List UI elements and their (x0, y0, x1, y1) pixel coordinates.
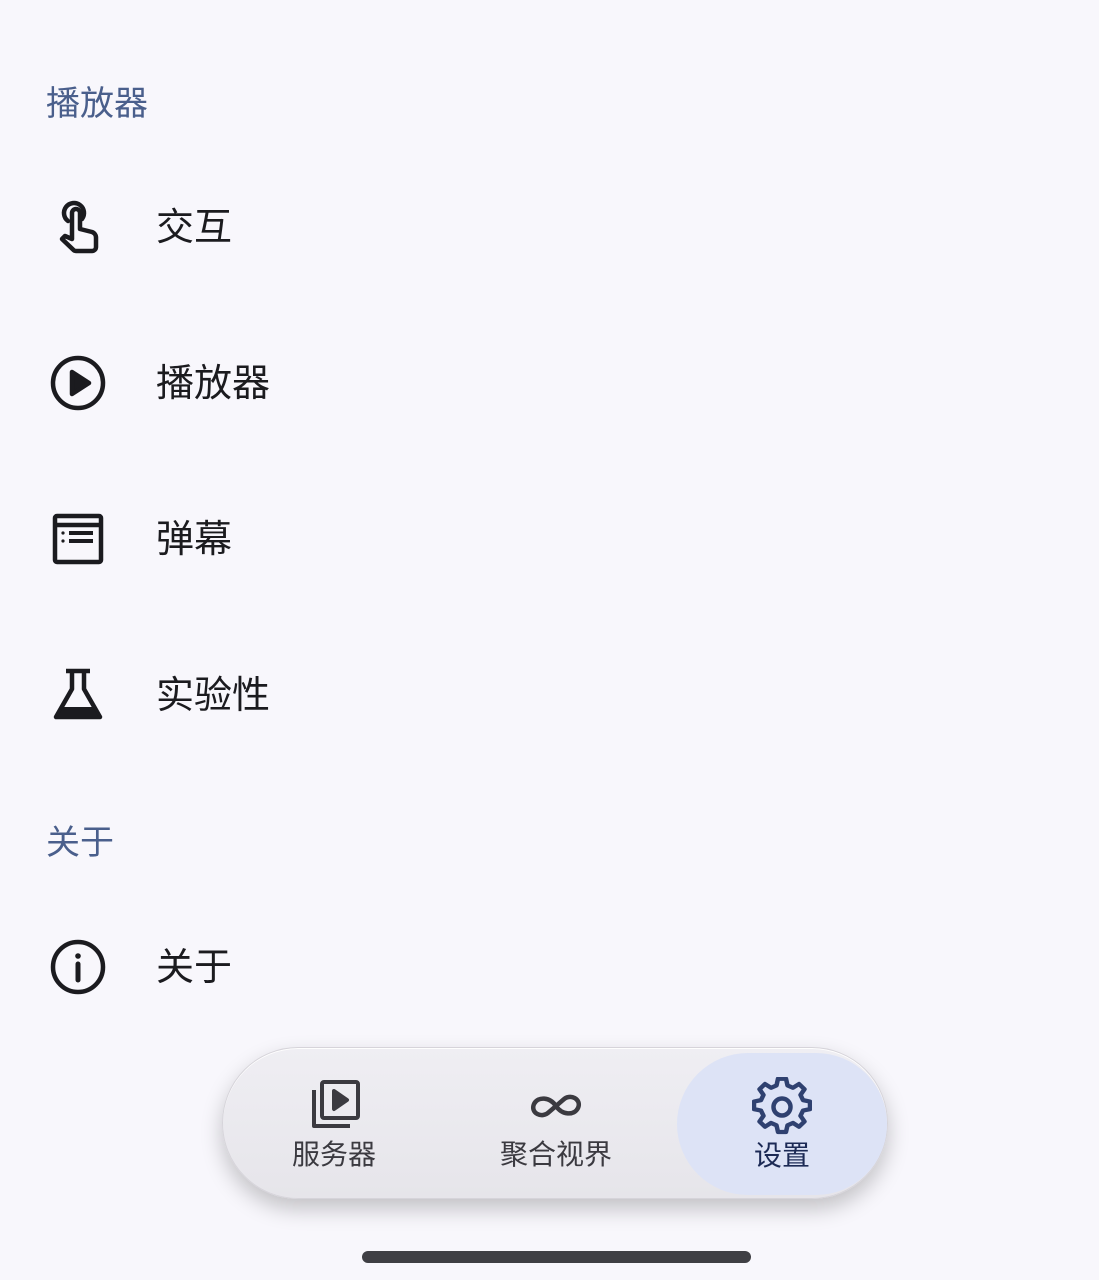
nav-tab-servers[interactable]: 服务器 (223, 1048, 445, 1198)
settings-item-experimental[interactable]: 实验性 (0, 620, 1099, 770)
touch-gesture-icon (46, 195, 110, 259)
bottom-navigation-bar: 服务器 聚合视界 设置 (222, 1047, 888, 1199)
nav-label-aggregate: 聚合视界 (499, 1137, 612, 1171)
settings-item-label: 播放器 (156, 361, 271, 405)
nav-tab-aggregate[interactable]: 聚合视界 (445, 1048, 667, 1198)
video-library-icon (304, 1076, 364, 1136)
danmaku-list-icon (46, 507, 110, 571)
nav-tab-settings[interactable]: 设置 (677, 1053, 887, 1195)
infinity-icon (526, 1076, 586, 1136)
section-header-about: 关于 (46, 823, 114, 863)
settings-item-interaction[interactable]: 交互 (0, 152, 1099, 302)
settings-item-label: 关于 (156, 945, 233, 989)
nav-label-settings: 设置 (753, 1138, 810, 1172)
settings-item-player[interactable]: 播放器 (0, 308, 1099, 458)
settings-item-danmaku[interactable]: 弹幕 (0, 464, 1099, 614)
gear-icon (752, 1076, 812, 1137)
settings-item-label: 交互 (156, 205, 233, 249)
play-circle-icon (46, 351, 110, 415)
nav-label-servers: 服务器 (291, 1137, 376, 1171)
settings-item-label: 弹幕 (156, 517, 233, 561)
settings-item-label: 实验性 (156, 673, 271, 717)
flask-icon (46, 663, 110, 727)
settings-item-about[interactable]: 关于 (0, 892, 1099, 1042)
section-header-player: 播放器 (46, 84, 148, 124)
settings-screen: 播放器 交互 播放器 弹幕 实验性 关于 关于 服务器 聚合视界 设置 (0, 0, 1099, 1280)
home-indicator[interactable] (362, 1251, 751, 1263)
info-icon (46, 935, 110, 999)
